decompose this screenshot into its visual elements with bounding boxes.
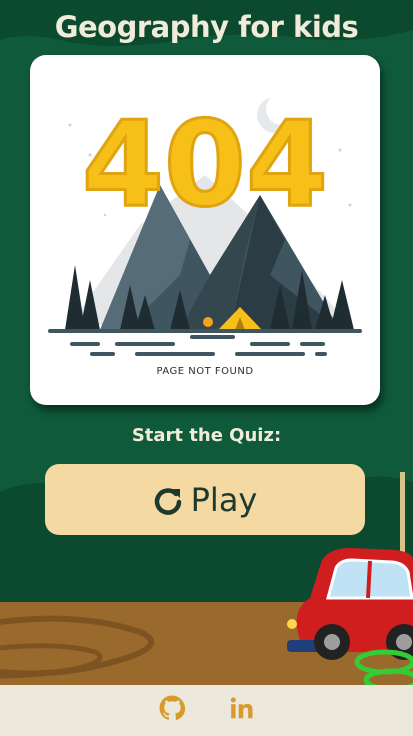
not-found-illustration: 404 [48,93,362,356]
play-label: Play [190,480,258,519]
quiz-prompt: Start the Quiz: [131,425,282,446]
linkedin-icon[interactable] [229,695,255,726]
play-button[interactable]: Play [45,464,365,535]
github-icon[interactable] [159,695,185,726]
page-title: Geography for kids [54,10,359,44]
not-found-card: 404 PAGE NOT FOUND [30,55,380,405]
redo-icon [154,487,181,515]
footer [0,685,413,736]
page-not-found-caption: PAGE NOT FOUND [156,366,254,377]
error-code: 404 [82,95,328,233]
